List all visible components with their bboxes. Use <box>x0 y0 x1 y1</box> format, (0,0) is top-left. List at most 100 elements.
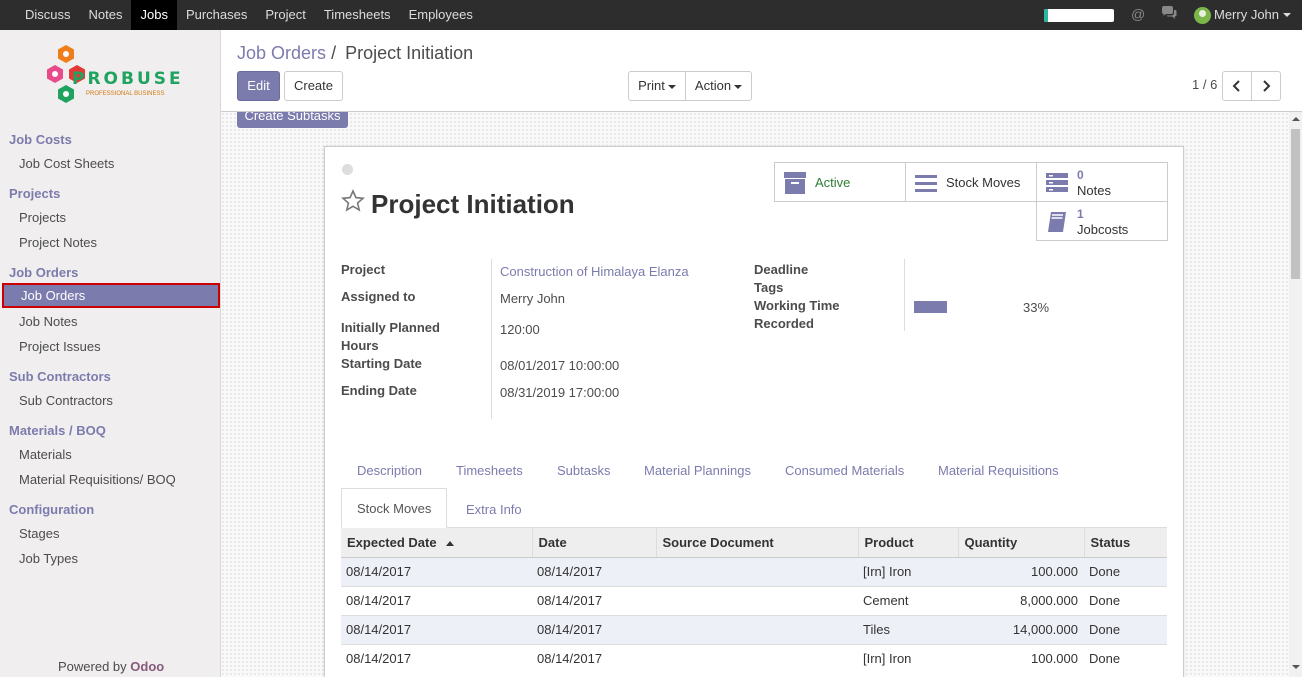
working-time-label-line1: Working Time <box>754 298 840 313</box>
sort-ascending-icon <box>446 540 455 546</box>
column-header-expected-date[interactable]: Expected Date <box>341 528 533 558</box>
cell-expected-date: 08/14/2017 <box>341 643 532 673</box>
pager-value[interactable]: 1 / 6 <box>1192 77 1217 92</box>
table-row[interactable]: 08/14/2017 08/14/2017 [Irn] Iron 100.000… <box>341 556 1167 586</box>
scroll-up-arrow-icon[interactable] <box>1292 117 1300 121</box>
chevron-down-icon <box>734 84 743 89</box>
section-materials-boq: Materials / BOQ <box>9 423 106 438</box>
cell-quantity: 100.000 <box>958 556 1084 586</box>
app-menu: Discuss Notes Jobs Purchases Project Tim… <box>16 0 482 30</box>
cell-product: [Irn] Iron <box>858 643 958 673</box>
at-mention-icon[interactable]: @ <box>1131 6 1145 22</box>
tab-material-requisitions[interactable]: Material Requisitions <box>938 463 1059 478</box>
sidebar-item-projects[interactable]: Projects <box>0 205 220 230</box>
section-configuration: Configuration <box>9 502 95 517</box>
action-dropdown[interactable]: Action <box>685 71 752 101</box>
pager-previous-button[interactable] <box>1222 71 1252 101</box>
sidebar-item-job-notes[interactable]: Job Notes <box>0 309 220 334</box>
cell-expected-date: 08/14/2017 <box>341 556 532 586</box>
breadcrumb-current: Project Initiation <box>345 43 474 63</box>
tab-stock-moves[interactable]: Stock Moves <box>341 488 448 528</box>
odoo-link[interactable]: Odoo <box>130 659 164 674</box>
tab-material-plannings[interactable]: Material Plannings <box>644 463 751 478</box>
tab-timesheets[interactable]: Timesheets <box>456 463 523 478</box>
notes-count: 0 <box>1077 168 1084 182</box>
table-row[interactable]: 08/14/2017 08/14/2017 Tiles 14,000.000 D… <box>341 614 1167 644</box>
starting-date-label: Starting Date <box>341 356 422 371</box>
pager-next-button[interactable] <box>1251 71 1281 101</box>
scrollbar-thumb[interactable] <box>1291 129 1300 279</box>
menu-timesheets[interactable]: Timesheets <box>315 0 400 30</box>
chevron-right-icon <box>1263 80 1271 92</box>
menu-purchases[interactable]: Purchases <box>177 0 256 30</box>
menu-discuss[interactable]: Discuss <box>16 0 80 30</box>
cell-source-document <box>656 556 858 586</box>
sidebar-item-job-types[interactable]: Job Types <box>0 546 220 571</box>
breadcrumb-parent[interactable]: Job Orders <box>237 43 326 63</box>
notes-button[interactable]: 0 Notes <box>1036 162 1168 202</box>
company-logo[interactable]: PROBUSE PROFESSIONAL BUSINESS <box>44 43 184 118</box>
tab-consumed-materials[interactable]: Consumed Materials <box>785 463 904 478</box>
tab-extra-info[interactable]: Extra Info <box>466 502 522 517</box>
kanban-state-dot[interactable] <box>342 164 353 175</box>
sidebar-item-project-issues[interactable]: Project Issues <box>0 334 220 359</box>
logo-subtitle: PROFESSIONAL BUSINESS <box>86 91 165 97</box>
field-divider <box>491 259 492 419</box>
scroll-down-arrow-icon[interactable] <box>1292 665 1300 669</box>
cell-date: 08/14/2017 <box>532 585 656 615</box>
chat-icon[interactable] <box>1161 6 1177 20</box>
working-time-progress-bar <box>914 301 1014 313</box>
project-label: Project <box>341 262 386 277</box>
sidebar-item-stages[interactable]: Stages <box>0 521 220 546</box>
cell-source-document <box>656 585 858 615</box>
sidebar-item-sub-contractors[interactable]: Sub Contractors <box>0 388 220 413</box>
active-toggle-button[interactable]: Active <box>774 162 906 202</box>
stock-moves-button[interactable]: Stock Moves <box>905 162 1037 202</box>
column-header-quantity[interactable]: Quantity <box>958 528 1085 558</box>
sidebar-item-project-notes[interactable]: Project Notes <box>0 230 220 255</box>
user-name[interactable]: Merry John <box>1214 0 1279 30</box>
vertical-scrollbar[interactable] <box>1289 112 1302 677</box>
cell-quantity: 100.000 <box>958 643 1084 673</box>
sidebar-item-job-cost-sheets[interactable]: Job Cost Sheets <box>0 151 220 176</box>
edit-button[interactable]: Edit <box>237 71 280 101</box>
column-header-product[interactable]: Product <box>858 528 959 558</box>
star-icon[interactable] <box>341 189 365 213</box>
cell-date: 08/14/2017 <box>532 614 656 644</box>
logo-text: PROBUSE <box>72 69 184 89</box>
section-projects: Projects <box>9 186 61 201</box>
working-time-progress-fill <box>914 301 947 313</box>
cell-product: Tiles <box>858 614 958 644</box>
print-dropdown[interactable]: Print <box>628 71 686 101</box>
table-row[interactable]: 08/14/2017 08/14/2017 Cement 8,000.000 D… <box>341 585 1167 615</box>
chevron-down-icon <box>667 84 676 89</box>
tab-subtasks[interactable]: Subtasks <box>557 463 610 478</box>
project-value[interactable]: Construction of Himalaya Elanza <box>500 264 689 279</box>
table-row[interactable]: 08/14/2017 08/14/2017 [Irn] Iron 100.000… <box>341 643 1167 673</box>
onboarding-progress-bar[interactable] <box>1044 9 1114 22</box>
active-label: Active <box>815 175 851 190</box>
avatar[interactable] <box>1194 7 1211 24</box>
cell-status: Done <box>1084 643 1167 673</box>
sidebar-item-material-requisitions[interactable]: Material Requisitions/ BOQ <box>0 467 220 492</box>
sidebar-item-job-orders[interactable]: Job Orders <box>2 283 220 308</box>
column-header-status[interactable]: Status <box>1084 528 1167 558</box>
form-sheet: Project Initiation Active Stock Moves 0 … <box>324 146 1184 677</box>
menu-project[interactable]: Project <box>256 0 314 30</box>
column-header-date[interactable]: Date <box>532 528 657 558</box>
menu-notes[interactable]: Notes <box>80 0 132 30</box>
chevron-down-icon[interactable] <box>1283 13 1291 17</box>
tab-description[interactable]: Description <box>357 463 422 478</box>
cell-source-document <box>656 643 858 673</box>
menu-employees[interactable]: Employees <box>400 0 482 30</box>
jobcosts-button[interactable]: 1 Jobcosts <box>1036 201 1168 241</box>
planned-hours-value: 120:00 <box>500 322 540 337</box>
planned-hours-label-line2: Hours <box>341 338 379 353</box>
sidebar-item-materials[interactable]: Materials <box>0 442 220 467</box>
menu-jobs[interactable]: Jobs <box>131 0 177 30</box>
create-subtasks-button[interactable]: Create Subtasks <box>237 112 348 128</box>
create-button[interactable]: Create <box>284 71 343 101</box>
column-header-source-document[interactable]: Source Document <box>656 528 859 558</box>
stock-moves-table: Expected Date Date Source Document Produ… <box>341 528 1167 673</box>
notes-label: Notes <box>1077 183 1111 198</box>
